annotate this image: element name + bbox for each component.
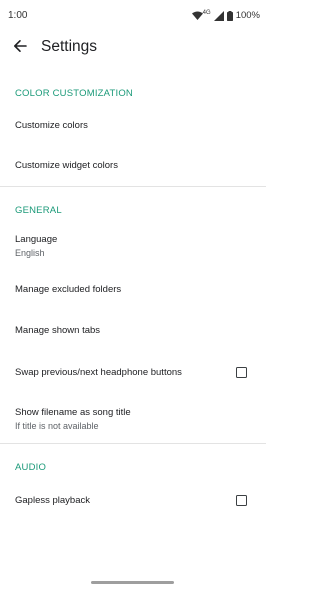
- excluded-folders-item[interactable]: Manage excluded folders: [0, 270, 266, 310]
- app-bar: Settings: [0, 30, 266, 68]
- status-bar: 1:00 4G 100%: [0, 0, 266, 30]
- shown-tabs-label: Manage shown tabs: [15, 325, 101, 336]
- status-time: 1:00: [8, 10, 28, 21]
- status-icons: 4G 100%: [191, 9, 260, 22]
- section-header-color: COLOR CUSTOMIZATION: [15, 88, 133, 99]
- wifi-icon: [191, 11, 203, 20]
- gesture-nav-handle[interactable]: [91, 581, 174, 584]
- battery-percent: 100%: [235, 10, 260, 21]
- gapless-playback-item[interactable]: Gapless playback: [0, 481, 266, 521]
- customize-widget-colors-label: Customize widget colors: [15, 160, 118, 171]
- shown-tabs-item[interactable]: Manage shown tabs: [0, 311, 266, 351]
- language-value: English: [15, 248, 45, 258]
- battery-icon: [226, 10, 233, 21]
- page-title: Settings: [41, 38, 98, 55]
- customize-widget-colors-item[interactable]: Customize widget colors: [0, 146, 266, 186]
- swap-buttons-checkbox[interactable]: [236, 367, 247, 378]
- show-filename-item[interactable]: Show filename as song title If title is …: [0, 397, 266, 441]
- language-label: Language: [15, 234, 58, 245]
- gapless-playback-checkbox[interactable]: [236, 495, 247, 506]
- network-type-label: 4G: [202, 9, 211, 16]
- customize-colors-label: Customize colors: [15, 120, 88, 131]
- section-divider: [0, 443, 266, 444]
- gapless-playback-label: Gapless playback: [15, 495, 90, 506]
- back-button[interactable]: [8, 36, 32, 60]
- show-filename-summary: If title is not available: [15, 421, 99, 431]
- swap-buttons-item[interactable]: Swap previous/next headphone buttons: [0, 353, 266, 393]
- signal-icon: [213, 10, 224, 21]
- section-divider: [0, 186, 266, 187]
- section-header-audio: AUDIO: [15, 462, 47, 473]
- language-item[interactable]: Language English: [0, 224, 266, 268]
- swap-buttons-label: Swap previous/next headphone buttons: [15, 367, 182, 378]
- show-filename-label: Show filename as song title: [15, 407, 131, 418]
- section-header-general: GENERAL: [15, 205, 62, 216]
- excluded-folders-label: Manage excluded folders: [15, 284, 122, 295]
- arrow-back-icon: [13, 39, 27, 58]
- customize-colors-item[interactable]: Customize colors: [0, 106, 266, 146]
